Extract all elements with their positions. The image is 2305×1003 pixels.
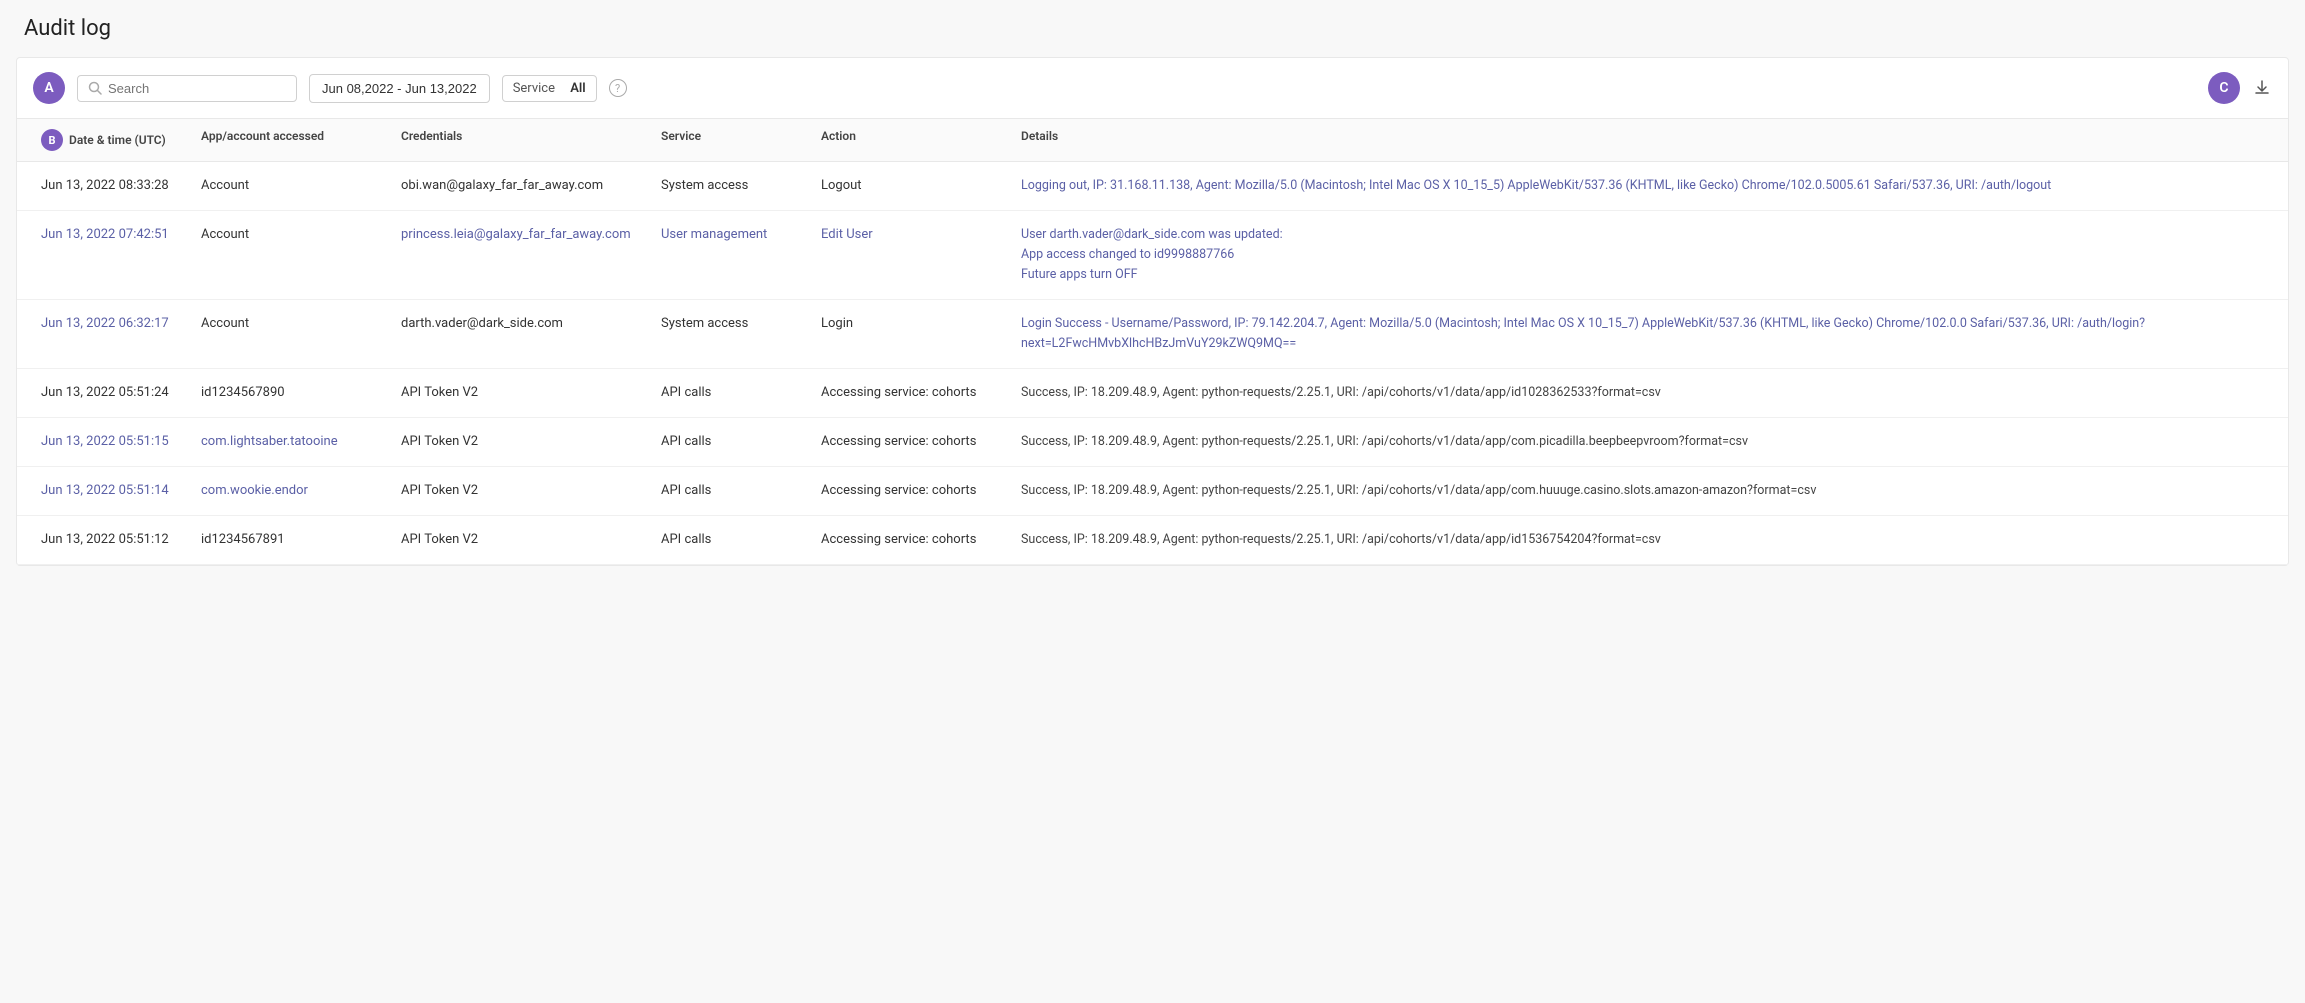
cell-action: Login (813, 314, 1013, 334)
cell-details: Success, IP: 18.209.48.9, Agent: python-… (1013, 383, 2272, 403)
download-button[interactable] (2252, 78, 2272, 98)
col-header-app: App/account accessed (193, 129, 393, 151)
toolbar: A Jun 08,2022 - Jun 13,2022 Service All … (17, 58, 2288, 119)
table-header: B Date & time (UTC) App/account accessed… (17, 119, 2288, 162)
cell-details: Login Success - Username/Password, IP: 7… (1013, 314, 2272, 354)
table-row: Jun 13, 2022 05:51:15com.lightsaber.tato… (17, 418, 2288, 467)
cell-credentials: API Token V2 (393, 530, 653, 550)
cell-service: API calls (653, 481, 813, 501)
cell-action: Logout (813, 176, 1013, 196)
cell-service: User management (653, 225, 813, 245)
cell-datetime: Jun 13, 2022 05:51:15 (33, 432, 193, 452)
cell-details: Success, IP: 18.209.48.9, Agent: python-… (1013, 432, 2272, 452)
user-avatar-left: A (33, 72, 65, 104)
cell-details: Success, IP: 18.209.48.9, Agent: python-… (1013, 481, 2272, 501)
cell-datetime: Jun 13, 2022 05:51:24 (33, 383, 193, 403)
cell-action: Accessing service: cohorts (813, 530, 1013, 550)
download-icon (2252, 78, 2272, 98)
search-input[interactable] (108, 81, 286, 96)
date-range-button[interactable]: Jun 08,2022 - Jun 13,2022 (309, 74, 490, 103)
service-filter-value: All (570, 81, 585, 96)
cell-credentials: darth.vader@dark_side.com (393, 314, 653, 334)
table-row: Jun 13, 2022 07:42:51Accountprincess.lei… (17, 211, 2288, 300)
cell-app-account: id1234567891 (193, 530, 393, 550)
cell-datetime: Jun 13, 2022 05:51:14 (33, 481, 193, 501)
cell-app-account: Account (193, 314, 393, 334)
cell-action: Edit User (813, 225, 1013, 245)
main-card: A Jun 08,2022 - Jun 13,2022 Service All … (16, 57, 2289, 566)
cell-service: API calls (653, 530, 813, 550)
service-filter-label: Service (513, 81, 555, 96)
table-row: Jun 13, 2022 05:51:12id1234567891API Tok… (17, 516, 2288, 565)
cell-datetime: Jun 13, 2022 07:42:51 (33, 225, 193, 245)
table-row: Jun 13, 2022 06:32:17Accountdarth.vader@… (17, 300, 2288, 369)
col-header-action: Action (813, 129, 1013, 151)
cell-details: User darth.vader@dark_side.com was updat… (1013, 225, 2272, 285)
table-row: Jun 13, 2022 05:51:24id1234567890API Tok… (17, 369, 2288, 418)
search-icon (88, 81, 102, 95)
help-icon[interactable]: ? (609, 79, 627, 97)
page-title: Audit log (0, 16, 2305, 57)
cell-app-account: id1234567890 (193, 383, 393, 403)
cell-app-account: Account (193, 176, 393, 196)
cell-action: Accessing service: cohorts (813, 432, 1013, 452)
cell-details: Logging out, IP: 31.168.11.138, Agent: M… (1013, 176, 2272, 196)
cell-app-account: Account (193, 225, 393, 245)
cell-datetime: Jun 13, 2022 06:32:17 (33, 314, 193, 334)
cell-action: Accessing service: cohorts (813, 383, 1013, 403)
cell-details: Success, IP: 18.209.48.9, Agent: python-… (1013, 530, 2272, 550)
user-avatar-right: C (2208, 72, 2240, 104)
cell-credentials: API Token V2 (393, 432, 653, 452)
search-box[interactable] (77, 75, 297, 102)
cell-credentials: princess.leia@galaxy_far_far_away.com (393, 225, 653, 245)
col-header-details: Details (1013, 129, 2272, 151)
cell-service: API calls (653, 432, 813, 452)
cell-action: Accessing service: cohorts (813, 481, 1013, 501)
cell-credentials: obi.wan@galaxy_far_far_away.com (393, 176, 653, 196)
cell-service: System access (653, 314, 813, 334)
cell-datetime: Jun 13, 2022 05:51:12 (33, 530, 193, 550)
cell-app-account: com.wookie.endor (193, 481, 393, 501)
table-row: Jun 13, 2022 05:51:14com.wookie.endorAPI… (17, 467, 2288, 516)
table-body: Jun 13, 2022 08:33:28Accountobi.wan@gala… (17, 162, 2288, 565)
cell-service: API calls (653, 383, 813, 403)
col-header-datetime: B Date & time (UTC) (33, 129, 193, 151)
cell-credentials: API Token V2 (393, 383, 653, 403)
table-row: Jun 13, 2022 08:33:28Accountobi.wan@gala… (17, 162, 2288, 211)
cell-datetime: Jun 13, 2022 08:33:28 (33, 176, 193, 196)
cell-service: System access (653, 176, 813, 196)
col-header-service: Service (653, 129, 813, 151)
service-filter[interactable]: Service All (502, 75, 597, 102)
cell-credentials: API Token V2 (393, 481, 653, 501)
col-header-credentials: Credentials (393, 129, 653, 151)
cell-app-account: com.lightsaber.tatooine (193, 432, 393, 452)
sort-badge: B (41, 129, 63, 151)
